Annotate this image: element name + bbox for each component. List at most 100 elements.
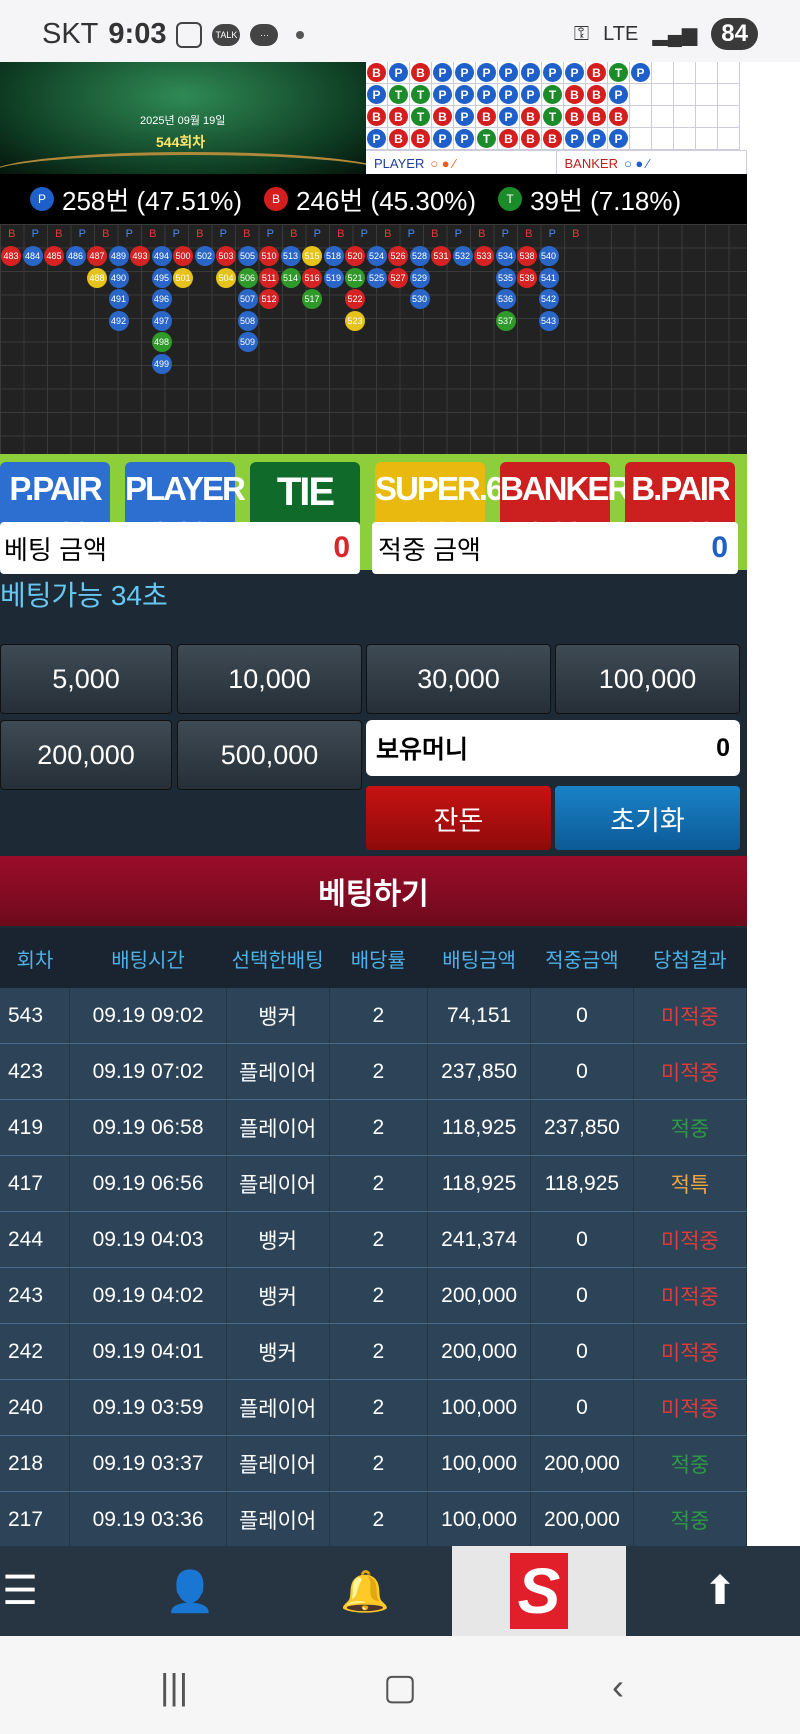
bead-ball: P [455,85,474,104]
road-header-label: P [172,228,180,240]
allin-button[interactable]: 잔돈 [366,786,551,850]
history-round-cell: 417 [0,1155,71,1212]
road-ball: 514 [280,267,301,288]
home-icon[interactable]: ▢ [383,1666,417,1708]
screenshot-icon [176,21,203,48]
baccarat-app: 2025년 09월 19일 544회차 BPBPPPPPPPBTPPTTPPPP… [0,62,747,1546]
clock: 9:03 [108,18,167,50]
history-amount-cell: 237,850 [427,1043,532,1100]
place-bet-button[interactable]: 베팅하기 [0,856,747,926]
road-ball: 490 [108,267,129,288]
bead-cell: B [366,62,388,84]
user-icon[interactable]: 👤 [150,1546,230,1636]
history-row[interactable]: 242 09.19 04:01 뱅커 2 200,000 0 미적중 [0,1323,747,1380]
bead-cell: P [498,84,520,106]
history-odds-cell: 2 [329,1491,429,1546]
history-row[interactable]: 419 09.19 06:58 플레이어 2 118,925 237,850 적중 [0,1099,747,1156]
bead-ball: P [565,63,584,82]
history-odds-cell: 2 [329,1379,429,1436]
recent-apps-icon[interactable]: ||| [160,1666,188,1708]
history-win-cell: 0 [530,988,634,1044]
key-icon: ⚿ [573,22,590,45]
chip-5000-button[interactable]: 5,000 [0,644,172,714]
tie-stat: T 39번 (7.18%) [498,181,681,218]
road-header: BPBPBPBPBPBPBPBPBPBPBPBPB [0,224,588,244]
result-stats: P 258번 (47.51%) B 246번 (45.30%) T 39번 (7.18… [0,174,747,224]
history-row[interactable]: 417 09.19 06:56 플레이어 2 118,925 118,925 적특 [0,1155,747,1212]
live-table-view[interactable]: 2025년 09월 19일 544회차 [0,62,366,174]
road-ball: 483 [1,246,21,266]
bead-ball: P [609,129,628,148]
history-pick-cell: 플레이어 [226,1043,330,1100]
history-row[interactable]: 543 09.19 09:02 뱅커 2 74,151 0 미적중 [0,988,747,1044]
history-row[interactable]: 240 09.19 03:59 플레이어 2 100,000 0 미적중 [0,1379,747,1436]
odds-name: P.PAIR [9,470,102,507]
holding-money-value: 0 [716,733,730,762]
history-header-cell: 선택한배팅 [226,928,329,988]
history-row[interactable]: 217 09.19 03:36 플레이어 2 100,000 200,000 적중 [0,1491,747,1546]
bell-icon[interactable]: 🔔 [325,1546,405,1636]
history-round-cell: 240 [0,1379,71,1436]
history-odds-cell: 2 [329,1211,429,1268]
table-round: 544회차 [156,134,206,150]
road-ball: 524 [366,246,387,266]
road-header-label: B [384,228,392,240]
history-header-cell: 당첨결과 [633,928,747,988]
bead-ball: P [499,107,518,126]
back-icon[interactable]: ‹ [612,1666,624,1708]
history-row[interactable]: 218 09.19 03:37 플레이어 2 100,000 200,000 적중 [0,1435,747,1492]
history-odds-cell: 2 [329,1155,429,1212]
bead-ball: B [521,107,540,126]
arrow-up-icon[interactable]: ⬆ [680,1546,760,1636]
bead-cell: T [410,84,432,106]
road-ball: 531 [431,246,451,266]
road-ball: 541 [538,267,559,288]
history-row[interactable]: 423 09.19 07:02 플레이어 2 237,850 0 미적중 [0,1043,747,1100]
bead-cell: B [388,128,410,150]
bead-ball: B [521,129,540,148]
chip-100000-button[interactable]: 100,000 [555,644,740,714]
bead-ball: T [543,85,562,104]
road-ball: 543 [538,310,559,331]
road-ball: 538 [517,246,537,266]
history-round-cell: 243 [0,1267,71,1324]
chip-10000-button[interactable]: 10,000 [177,644,362,714]
bead-ball: B [411,129,430,148]
road-ball: 499 [151,353,172,374]
road-ball: 528 [409,246,430,266]
bead-ball: B [499,129,518,148]
home-logo[interactable]: S [452,1546,626,1636]
chip-200000-button[interactable]: 200,000 [0,720,172,790]
player-stat: P 258번 (47.51%) [30,181,242,218]
player-badge-icon: P [30,187,54,211]
bead-cell: B [586,106,608,128]
reset-button[interactable]: 초기화 [555,786,740,850]
history-amount-cell: 118,925 [427,1155,532,1212]
bead-ball: P [367,129,386,148]
history-pick-cell: 뱅커 [226,988,330,1044]
road-ball: 510 [259,246,279,266]
bead-ball: T [609,63,628,82]
win-amount-field: 적중 금액 0 [372,522,738,574]
bead-ball: B [411,63,430,82]
bead-ball: P [587,129,606,148]
chip-500000-button[interactable]: 500,000 [177,720,362,790]
history-time-cell: 09.19 04:01 [69,1323,227,1380]
road-header-label: B [8,228,16,240]
menu-icon[interactable]: ☰ [0,1546,40,1636]
bead-cell [652,84,674,106]
history-win-cell: 0 [530,1379,634,1436]
history-row[interactable]: 244 09.19 04:03 뱅커 2 241,374 0 미적중 [0,1211,747,1268]
bead-ball: B [477,107,496,126]
road-ball: 509 [237,332,258,352]
chip-30000-button[interactable]: 30,000 [366,644,551,714]
bead-ball: B [587,107,606,126]
history-odds-cell: 2 [329,1323,429,1380]
road-header-label: P [407,228,415,240]
bead-cell: P [630,62,652,84]
history-row[interactable]: 243 09.19 04:02 뱅커 2 200,000 0 미적중 [0,1267,747,1324]
history-amount-cell: 200,000 [427,1267,532,1324]
bead-ball: P [499,63,518,82]
bead-ball: B [587,85,606,104]
history-result-cell: 미적중 [633,988,747,1044]
